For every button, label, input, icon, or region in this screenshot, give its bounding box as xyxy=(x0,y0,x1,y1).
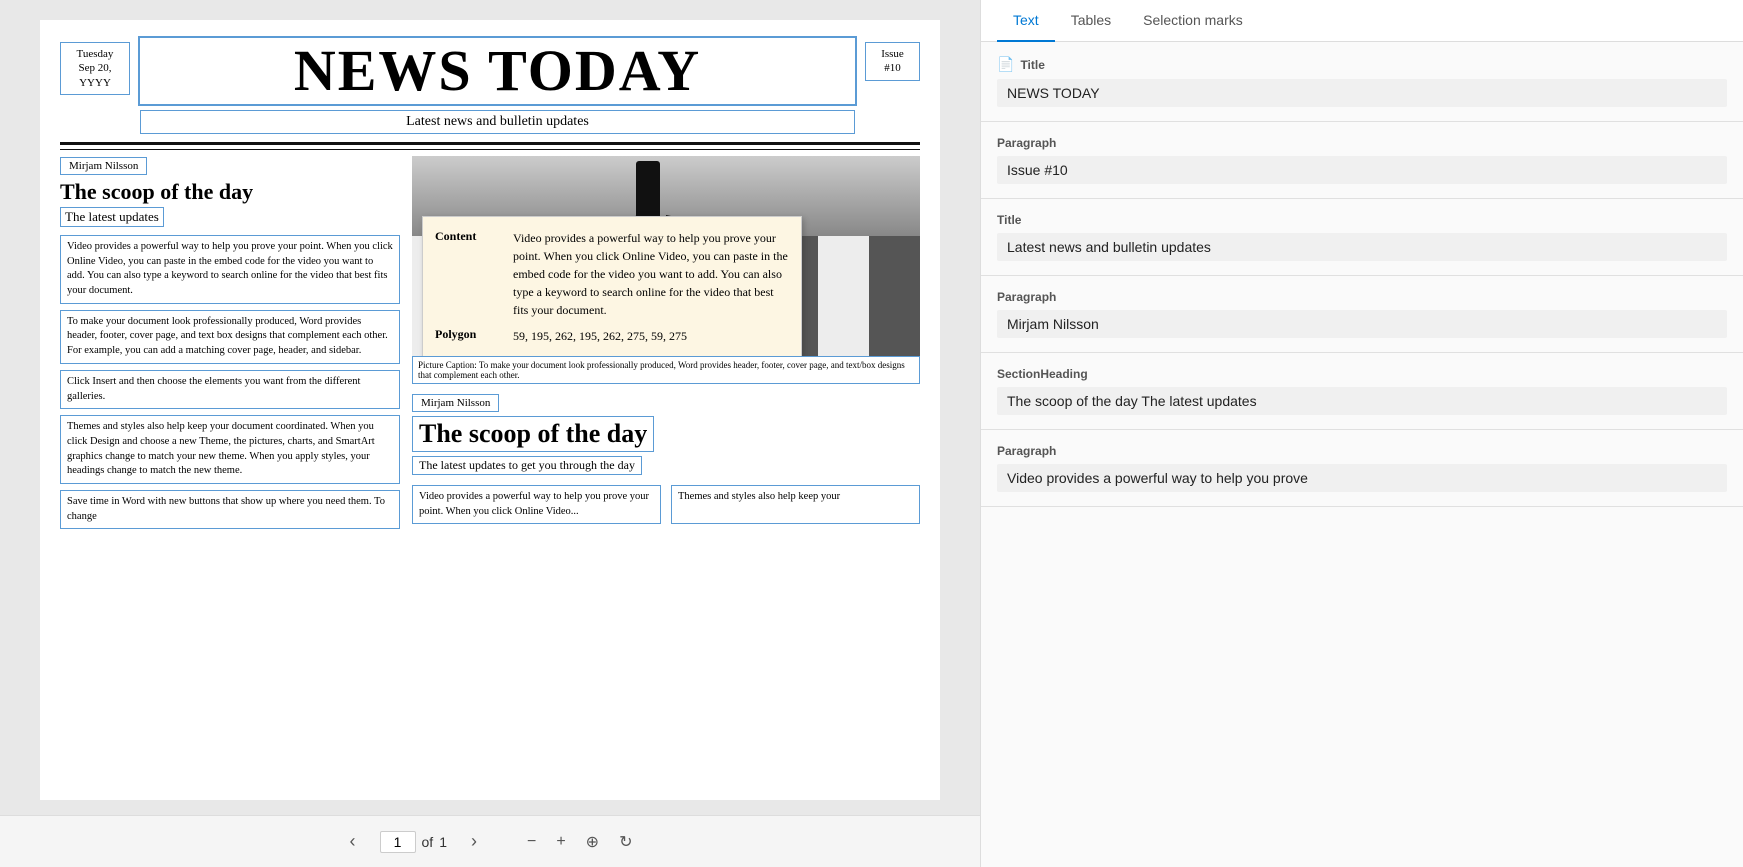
result-label-1: Paragraph xyxy=(997,136,1727,150)
fit-page-button[interactable]: ⊕ xyxy=(580,828,605,856)
bottom-col-right: Themes and styles also help keep your xyxy=(671,485,920,524)
result-section-0: 📄 Title NEWS TODAY xyxy=(981,42,1743,122)
bottom-columns: Video provides a powerful way to help yo… xyxy=(412,485,920,530)
result-type-3: Paragraph xyxy=(997,290,1056,304)
section-sub-2: The latest updates to get you through th… xyxy=(412,456,642,475)
divider-thick xyxy=(60,142,920,145)
result-label-2: Title xyxy=(997,213,1727,227)
date-box: Tuesday Sep 20, YYYY xyxy=(60,42,130,95)
doc-toolbar: ‹ of 1 › − + ⊕ ↻ xyxy=(0,815,980,867)
newspaper-body: Mirjam Nilsson The scoop of the day The … xyxy=(60,156,920,535)
section-heading-1: The scoop of the day xyxy=(60,179,400,205)
result-value-3: Mirjam Nilsson xyxy=(997,310,1727,338)
tooltip-content-row: Content Video provides a powerful way to… xyxy=(435,229,789,319)
result-label-3: Paragraph xyxy=(997,290,1727,304)
text-block-1: Video provides a powerful way to help yo… xyxy=(60,235,400,304)
tooltip-content-value: Video provides a powerful way to help yo… xyxy=(513,229,789,319)
page-number-input[interactable] xyxy=(380,831,416,853)
tooltip-polygon-row: Polygon 59, 195, 262, 195, 262, 275, 59,… xyxy=(435,327,789,345)
divider-thin xyxy=(60,149,920,150)
result-section-4: SectionHeading The scoop of the day The … xyxy=(981,353,1743,430)
tab-tables[interactable]: Tables xyxy=(1055,0,1127,42)
result-type-4: SectionHeading xyxy=(997,367,1088,381)
zoom-in-button[interactable]: + xyxy=(550,828,571,856)
left-column: Mirjam Nilsson The scoop of the day The … xyxy=(60,156,400,535)
right-column: Content Video provides a powerful way to… xyxy=(412,156,920,535)
result-section-2: Title Latest news and bulletin updates xyxy=(981,199,1743,276)
tooltip-polygon-label: Polygon xyxy=(435,327,505,345)
newspaper-image: Content Video provides a powerful way to… xyxy=(412,156,920,356)
result-value-4: The scoop of the day The latest updates xyxy=(997,387,1727,415)
tooltip-content-label: Content xyxy=(435,229,505,319)
section-heading-2: The scoop of the day xyxy=(412,416,654,452)
tab-selection-marks[interactable]: Selection marks xyxy=(1127,0,1259,42)
tab-text[interactable]: Text xyxy=(997,0,1055,42)
text-block-3: Click Insert and then choose the element… xyxy=(60,370,400,409)
bottom-col-left: Video provides a powerful way to help yo… xyxy=(412,485,661,524)
text-block-5: Save time in Word with new buttons that … xyxy=(60,490,400,529)
newspaper-title: NEWS TODAY xyxy=(140,42,855,100)
result-type-1: Paragraph xyxy=(997,136,1056,150)
result-value-1: Issue #10 xyxy=(997,156,1727,184)
subtitle-bar: Latest news and bulletin updates xyxy=(140,110,855,134)
author-box-2: Mirjam Nilsson xyxy=(412,394,499,412)
result-section-3: Paragraph Mirjam Nilsson xyxy=(981,276,1743,353)
text-block-4: Themes and styles also help keep your do… xyxy=(60,415,400,484)
right-tabs: Text Tables Selection marks xyxy=(981,0,1743,42)
newspaper-header: Tuesday Sep 20, YYYY NEWS TODAY Issue #1… xyxy=(60,36,920,106)
result-type-0: Title xyxy=(1020,58,1044,72)
right-panel-content: 📄 Title NEWS TODAY Paragraph Issue #10 T… xyxy=(981,42,1743,867)
tooltip-popup: Content Video provides a powerful way to… xyxy=(422,216,802,356)
result-section-1: Paragraph Issue #10 xyxy=(981,122,1743,199)
result-label-4: SectionHeading xyxy=(997,367,1727,381)
zoom-out-button[interactable]: − xyxy=(521,828,542,856)
doc-page: Tuesday Sep 20, YYYY NEWS TODAY Issue #1… xyxy=(0,0,980,815)
result-label-5: Paragraph xyxy=(997,444,1727,458)
tooltip-polygon-value: 59, 195, 262, 195, 262, 275, 59, 275 xyxy=(513,327,687,345)
next-page-button[interactable]: › xyxy=(463,827,485,856)
result-type-5: Paragraph xyxy=(997,444,1056,458)
result-value-5: Video provides a powerful way to help yo… xyxy=(997,464,1727,492)
result-value-0: NEWS TODAY xyxy=(997,79,1727,107)
text-block-2: To make your document look professionall… xyxy=(60,310,400,364)
result-label-0: 📄 Title xyxy=(997,56,1727,73)
result-section-5: Paragraph Video provides a powerful way … xyxy=(981,430,1743,507)
document-viewer: Tuesday Sep 20, YYYY NEWS TODAY Issue #1… xyxy=(0,0,980,867)
page-indicator: of 1 xyxy=(380,831,447,853)
total-pages: 1 xyxy=(439,834,447,850)
rotate-button[interactable]: ↻ xyxy=(613,828,638,856)
prev-page-button[interactable]: ‹ xyxy=(342,827,364,856)
right-panel: Text Tables Selection marks 📄 Title NEWS… xyxy=(980,0,1743,867)
of-label: of xyxy=(422,834,434,850)
issue-box: Issue #10 xyxy=(865,42,920,81)
result-type-2: Title xyxy=(997,213,1021,227)
author-box-1: Mirjam Nilsson xyxy=(60,157,147,175)
caption-box: Picture Caption: To make your document l… xyxy=(412,356,920,384)
result-value-2: Latest news and bulletin updates xyxy=(997,233,1727,261)
toolbar-icons: − + ⊕ ↻ xyxy=(521,828,639,856)
title-icon-0: 📄 xyxy=(997,56,1014,73)
newspaper-document: Tuesday Sep 20, YYYY NEWS TODAY Issue #1… xyxy=(40,20,940,800)
section-sub-1: The latest updates xyxy=(60,207,164,227)
title-box: NEWS TODAY xyxy=(138,36,857,106)
